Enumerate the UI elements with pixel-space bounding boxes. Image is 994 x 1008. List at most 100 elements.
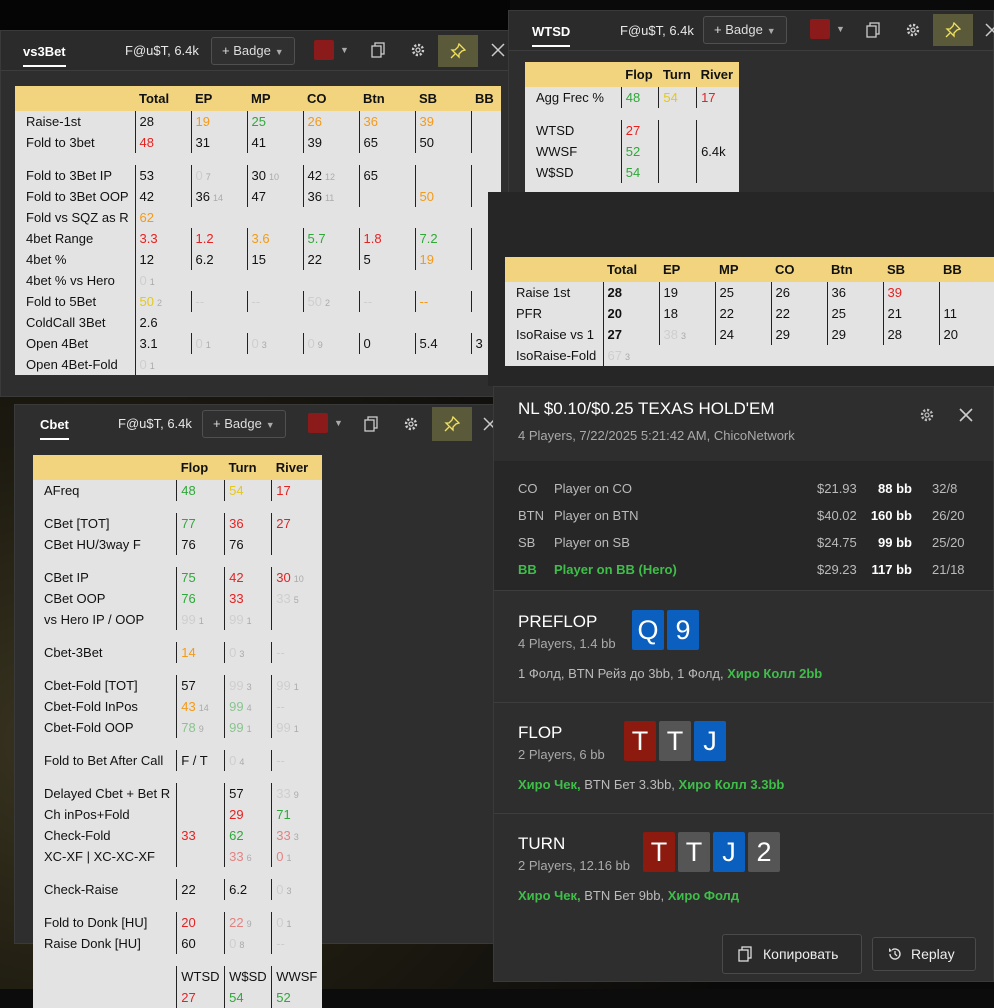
stat-value[interactable]: 47 — [247, 186, 304, 207]
stat-value[interactable]: 1.8 — [359, 228, 416, 249]
stat-value[interactable]: 0 — [359, 333, 416, 354]
stat-value[interactable]: 99 1 — [176, 609, 226, 630]
stat-value[interactable]: 6.4k — [697, 141, 739, 162]
stat-value[interactable]: 28 — [883, 324, 940, 345]
copy-icon[interactable] — [862, 19, 884, 41]
stat-value[interactable]: F / T — [176, 750, 226, 771]
gear-icon[interactable] — [400, 413, 422, 435]
stat-value[interactable]: 25 — [827, 303, 884, 324]
stat-value[interactable]: 48 — [176, 480, 226, 501]
tab-cbet[interactable]: Cbet — [40, 417, 69, 440]
stat-value[interactable]: 54 — [658, 87, 698, 108]
stat-value[interactable]: 19 — [659, 282, 716, 303]
close-icon[interactable] — [955, 404, 977, 426]
stat-value[interactable]: 19 — [415, 249, 472, 270]
stat-value[interactable]: 36 11 — [303, 186, 360, 207]
stat-value[interactable]: 01 — [135, 270, 501, 291]
stat-value[interactable]: 75 — [176, 567, 226, 588]
chevron-down-icon[interactable]: ▼ — [836, 24, 845, 34]
stat-value[interactable]: -- — [272, 750, 322, 771]
stat-value[interactable]: 33 — [176, 825, 226, 846]
stat-value[interactable]: 52 — [621, 141, 660, 162]
pin-icon[interactable] — [432, 407, 472, 441]
tab-vs3bet[interactable]: vs3Bet — [23, 44, 66, 67]
stat-value[interactable]: 03 — [272, 879, 322, 900]
color-swatch[interactable] — [314, 40, 334, 60]
copy-icon[interactable] — [367, 39, 389, 61]
stat-value[interactable] — [658, 120, 698, 141]
stat-value[interactable]: -- — [272, 933, 322, 954]
stat-value[interactable]: 14 — [176, 642, 226, 663]
player-row[interactable]: BB Player on BB (Hero) $29.23 117 bb 21/18 — [494, 558, 993, 580]
stat-value[interactable]: 36 — [224, 513, 273, 534]
stat-value[interactable]: 99 1 — [224, 717, 273, 738]
stat-value[interactable]: 39 — [883, 282, 940, 303]
stat-value[interactable]: 62 — [135, 207, 501, 228]
stat-value[interactable]: 5.4 — [415, 333, 472, 354]
stat-value[interactable] — [471, 165, 501, 186]
chevron-down-icon[interactable]: ▼ — [340, 45, 349, 55]
stat-value[interactable]: 33 3 — [272, 825, 322, 846]
stat-value[interactable]: 2.6 — [135, 312, 501, 333]
stat-value[interactable] — [272, 609, 322, 630]
pin-icon[interactable] — [933, 14, 973, 46]
stat-value[interactable]: 25 — [247, 111, 304, 132]
stat-value[interactable]: -- — [359, 291, 416, 312]
stat-value[interactable]: 48 — [135, 132, 192, 153]
add-badge-button[interactable]: + Badge ▼ — [202, 410, 286, 438]
stat-value[interactable]: 65 — [359, 165, 416, 186]
gear-icon[interactable] — [407, 39, 429, 61]
stat-value[interactable]: 27 — [603, 324, 660, 345]
stat-value[interactable]: 99 4 — [224, 696, 273, 717]
stat-value[interactable]: 04 — [224, 750, 273, 771]
stat-value[interactable]: 6.2 — [224, 879, 273, 900]
stat-value[interactable]: 15 — [247, 249, 304, 270]
stat-value[interactable]: 99 1 — [224, 609, 273, 630]
stat-value[interactable]: 43 14 — [176, 696, 226, 717]
stat-value[interactable]: 20 — [939, 324, 994, 345]
stat-value[interactable]: 29 — [827, 324, 884, 345]
stat-value[interactable]: 39 — [415, 111, 472, 132]
copy-button[interactable]: Копировать — [722, 934, 862, 974]
stat-value[interactable]: 12 — [135, 249, 192, 270]
stat-value[interactable]: 30 10 — [247, 165, 304, 186]
stat-value[interactable] — [176, 804, 226, 825]
stat-value[interactable]: 31 — [191, 132, 248, 153]
stat-value[interactable]: 78 9 — [176, 717, 226, 738]
stat-value[interactable]: 26 — [303, 111, 360, 132]
pin-icon[interactable] — [438, 35, 478, 67]
stat-value[interactable]: 20 — [176, 912, 226, 933]
stat-value[interactable]: 42 — [224, 567, 273, 588]
stat-value[interactable]: 7.2 — [415, 228, 472, 249]
stat-value[interactable] — [471, 132, 501, 153]
stat-value[interactable]: 33 9 — [272, 783, 322, 804]
stat-value[interactable]: 22 — [715, 303, 772, 324]
player-row[interactable]: CO Player on CO $21.93 88 bb 32/8 — [494, 477, 993, 499]
add-badge-button[interactable]: + Badge ▼ — [211, 37, 295, 65]
stat-value[interactable]: 71 — [272, 804, 322, 825]
stat-value[interactable] — [176, 846, 226, 867]
stat-value[interactable]: 50 2 — [135, 291, 192, 312]
stat-value[interactable]: 6.2 — [191, 249, 248, 270]
stat-value[interactable] — [176, 783, 226, 804]
stat-value[interactable]: 29 — [224, 804, 273, 825]
stat-value[interactable]: WTSD — [176, 966, 226, 987]
stat-value[interactable]: 57 — [224, 783, 273, 804]
stat-value[interactable]: 36 14 — [191, 186, 248, 207]
stat-value[interactable]: 41 — [247, 132, 304, 153]
stat-value[interactable]: 99 1 — [272, 675, 322, 696]
stat-value[interactable]: 99 3 — [224, 675, 273, 696]
stat-value[interactable]: 1.2 — [191, 228, 248, 249]
stat-value[interactable]: 01 — [272, 846, 322, 867]
stat-value[interactable] — [697, 120, 739, 141]
stat-value[interactable]: 67 3 — [603, 345, 994, 366]
stat-value[interactable] — [272, 534, 322, 555]
stat-value[interactable] — [359, 186, 416, 207]
stat-value[interactable]: 54 — [224, 480, 273, 501]
stat-value[interactable] — [415, 165, 472, 186]
stat-value[interactable]: 26 — [771, 282, 828, 303]
stat-value[interactable] — [697, 162, 739, 183]
stat-value[interactable]: 21 — [883, 303, 940, 324]
player-row[interactable]: BTN Player on BTN $40.02 160 bb 26/20 — [494, 504, 993, 526]
stat-value[interactable]: 22 9 — [224, 912, 273, 933]
